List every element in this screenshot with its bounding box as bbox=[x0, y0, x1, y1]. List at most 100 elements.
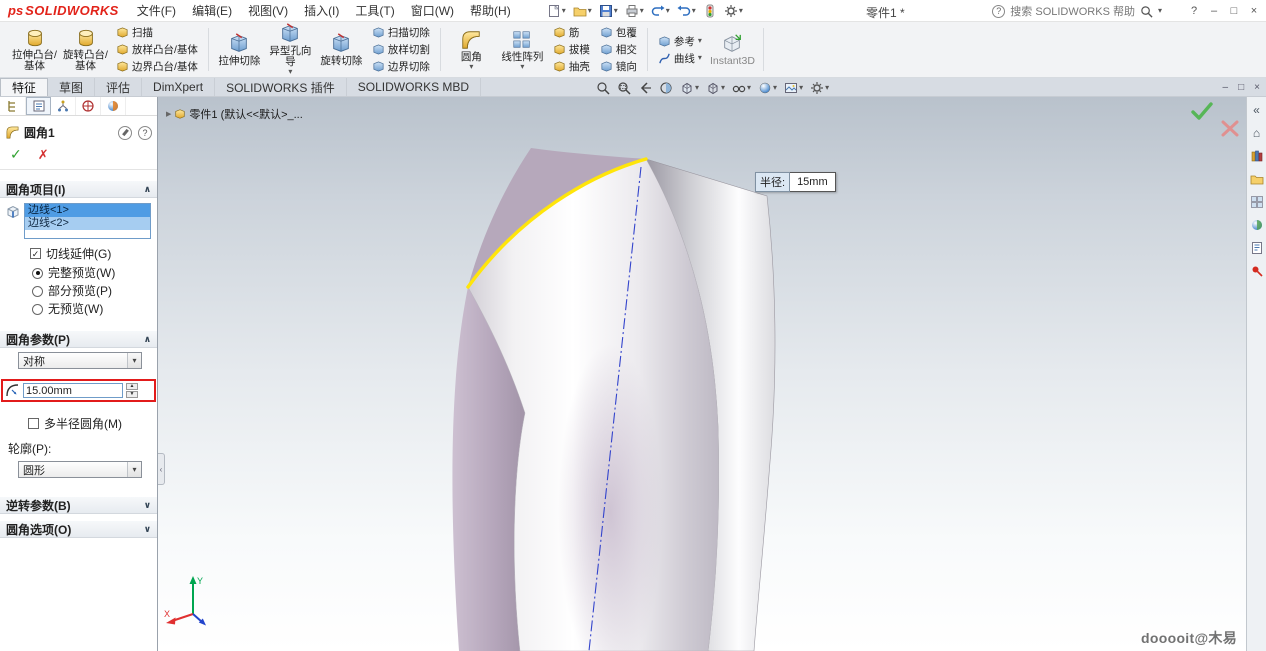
tab-solidworks-mbd[interactable]: SOLIDWORKS MBD bbox=[347, 78, 481, 96]
boundary-boss-button[interactable]: 边界凸台/基体 bbox=[114, 59, 200, 74]
instant3d-button[interactable]: Instant3D bbox=[707, 30, 758, 70]
reference-geometry-button[interactable]: 参考▾ bbox=[656, 34, 704, 49]
search-icon[interactable] bbox=[1140, 5, 1153, 18]
setback-parameters-header[interactable]: 逆转参数(B) ∨ bbox=[0, 496, 157, 514]
dropdown-arrow-icon[interactable]: ▾ bbox=[288, 68, 292, 76]
forum-pin-icon[interactable] bbox=[1249, 263, 1265, 279]
menu-insert[interactable]: 插入(I) bbox=[296, 0, 347, 21]
keep-visible-pin-icon[interactable] bbox=[118, 126, 132, 140]
swept-cut-button[interactable]: 扫描切除 bbox=[370, 25, 432, 40]
display-style-button[interactable]: ▾ bbox=[706, 81, 725, 95]
home-icon[interactable]: ⌂ bbox=[1249, 125, 1265, 141]
swept-boss-button[interactable]: 扫描 bbox=[114, 25, 200, 40]
spin-up-button[interactable]: ▲ bbox=[126, 383, 138, 390]
fillet-method-select[interactable]: 对称 ▾ bbox=[18, 352, 142, 369]
open-document-button[interactable]: ▾ bbox=[571, 3, 594, 19]
wrap-button[interactable]: 包覆 bbox=[598, 25, 639, 40]
dropdown-arrow-icon[interactable]: ▾ bbox=[469, 63, 473, 71]
dropdown-arrow-icon[interactable]: ▾ bbox=[695, 84, 699, 92]
maximize-button[interactable]: □ bbox=[1224, 5, 1244, 17]
doc-minimize-button[interactable]: – bbox=[1223, 82, 1229, 93]
dropdown-arrow-icon[interactable]: ▾ bbox=[739, 7, 743, 15]
extrude-cut-button[interactable]: 拉伸切除 bbox=[214, 30, 265, 70]
menu-edit[interactable]: 编辑(E) bbox=[184, 0, 240, 21]
fillet-radius-input[interactable] bbox=[23, 383, 123, 398]
apply-scene-button[interactable]: ▾ bbox=[784, 81, 803, 95]
doc-restore-button[interactable]: □ bbox=[1238, 82, 1244, 93]
help-search[interactable]: ? 搜索 SOLIDWORKS 帮助 ▾ bbox=[988, 1, 1166, 21]
section-view-button[interactable] bbox=[659, 81, 673, 95]
dropdown-arrow-icon[interactable]: ▾ bbox=[773, 84, 777, 92]
design-library-icon[interactable] bbox=[1249, 148, 1265, 164]
items-to-fillet-header[interactable]: 圆角项目(I) ∧ bbox=[0, 180, 157, 198]
options-button[interactable]: ▾ bbox=[722, 3, 745, 19]
previous-view-button[interactable] bbox=[638, 81, 652, 95]
panel-collapse-handle[interactable]: ‹ bbox=[158, 453, 165, 485]
tab-features[interactable]: 特征 bbox=[0, 78, 48, 96]
display-manager-tab[interactable] bbox=[101, 97, 126, 115]
fillet-parameters-header[interactable]: 圆角参数(P) ∧ bbox=[0, 330, 157, 348]
fillet-button[interactable]: 圆角▾ bbox=[446, 26, 497, 74]
menu-help[interactable]: 帮助(H) bbox=[462, 0, 519, 21]
task-pane-collapse-icon[interactable]: « bbox=[1249, 102, 1265, 118]
graphics-viewport[interactable]: ▶ 零件1 (默认<<默认>_... 半径: 15mm Y X dooooi bbox=[158, 97, 1246, 651]
edge-list-item[interactable]: 边线<2> bbox=[25, 217, 150, 230]
rebuild-button[interactable] bbox=[701, 3, 719, 19]
lofted-cut-button[interactable]: 放样切割 bbox=[370, 42, 432, 57]
print-button[interactable]: ▾ bbox=[623, 3, 646, 19]
ok-button[interactable]: ✓ bbox=[10, 146, 22, 163]
flyout-feature-tree[interactable]: ▶ 零件1 (默认<<默认>_... bbox=[166, 106, 303, 122]
appearances-scenes-icon[interactable] bbox=[1249, 217, 1265, 233]
hole-wizard-button[interactable]: 异型孔向导▾ bbox=[265, 20, 316, 79]
dropdown-arrow-icon[interactable]: ▾ bbox=[698, 37, 702, 45]
dropdown-arrow-icon[interactable]: ▾ bbox=[692, 7, 696, 15]
save-button[interactable]: ▾ bbox=[597, 3, 620, 19]
draft-button[interactable]: 拔模 bbox=[551, 42, 592, 57]
spin-down-button[interactable]: ▼ bbox=[126, 391, 138, 398]
search-dropdown-icon[interactable]: ▾ bbox=[1158, 7, 1162, 15]
view-palette-icon[interactable] bbox=[1249, 194, 1265, 210]
select-arrow-icon[interactable]: ▾ bbox=[127, 353, 141, 368]
dimxpert-manager-tab[interactable] bbox=[76, 97, 101, 115]
confirmation-cancel-button[interactable] bbox=[1221, 120, 1239, 137]
dropdown-arrow-icon[interactable]: ▾ bbox=[698, 54, 702, 62]
no-preview-radio[interactable] bbox=[32, 304, 43, 315]
boundary-cut-button[interactable]: 边界切除 bbox=[370, 59, 432, 74]
close-button[interactable]: × bbox=[1244, 5, 1264, 17]
view-settings-button[interactable]: ▾ bbox=[810, 81, 829, 95]
fillet-profile-select[interactable]: 圆形 ▾ bbox=[18, 461, 142, 478]
tree-expand-icon[interactable]: ▶ bbox=[166, 110, 171, 118]
menu-tools[interactable]: 工具(T) bbox=[347, 0, 402, 21]
intersect-button[interactable]: 相交 bbox=[598, 42, 639, 57]
dropdown-arrow-icon[interactable]: ▾ bbox=[825, 84, 829, 92]
property-manager-tab[interactable] bbox=[26, 97, 51, 115]
chevron-up-icon[interactable]: ∧ bbox=[144, 184, 151, 195]
select-arrow-icon[interactable]: ▾ bbox=[127, 462, 141, 477]
dropdown-arrow-icon[interactable]: ▾ bbox=[588, 7, 592, 15]
revolve-cut-button[interactable]: 旋转切除 bbox=[316, 30, 367, 70]
feature-manager-tab[interactable] bbox=[1, 97, 26, 115]
part-model[interactable] bbox=[158, 97, 1246, 651]
tab-dimxpert[interactable]: DimXpert bbox=[142, 78, 215, 96]
dropdown-arrow-icon[interactable]: ▾ bbox=[520, 63, 524, 71]
mirror-button[interactable]: 镜向 bbox=[598, 59, 639, 74]
undo-button[interactable]: ▾ bbox=[649, 3, 672, 19]
multi-radius-checkbox[interactable] bbox=[28, 418, 39, 429]
redo-button[interactable]: ▾ bbox=[675, 3, 698, 19]
edit-appearance-button[interactable]: ▾ bbox=[758, 81, 777, 95]
chevron-up-icon[interactable]: ∧ bbox=[144, 334, 151, 345]
fillet-options-header[interactable]: 圆角选项(O) ∨ bbox=[0, 520, 157, 538]
full-preview-radio[interactable] bbox=[32, 268, 43, 279]
curves-button[interactable]: 曲线▾ bbox=[656, 51, 704, 66]
minimize-button[interactable]: – bbox=[1204, 5, 1224, 17]
configuration-manager-tab[interactable] bbox=[51, 97, 76, 115]
dropdown-arrow-icon[interactable]: ▾ bbox=[640, 7, 644, 15]
dropdown-arrow-icon[interactable]: ▾ bbox=[747, 84, 751, 92]
dropdown-arrow-icon[interactable]: ▾ bbox=[562, 7, 566, 15]
zoom-to-area-button[interactable] bbox=[617, 81, 631, 95]
linear-pattern-button[interactable]: 线性阵列▾ bbox=[497, 26, 548, 74]
confirmation-ok-button[interactable] bbox=[1191, 102, 1213, 121]
help-icon[interactable]: ? bbox=[138, 126, 152, 140]
dropdown-arrow-icon[interactable]: ▾ bbox=[721, 84, 725, 92]
tab-evaluate[interactable]: 评估 bbox=[95, 78, 142, 96]
